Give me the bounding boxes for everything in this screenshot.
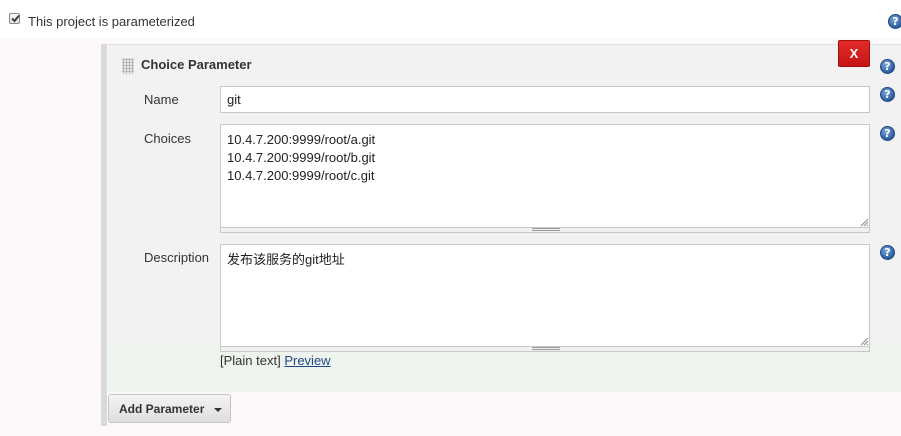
help-icon[interactable]: ? — [880, 245, 895, 260]
checkmark-icon — [11, 14, 20, 23]
parameter-title: Choice Parameter — [141, 57, 252, 72]
add-parameter-label: Add Parameter — [119, 402, 205, 416]
choices-label: Choices — [144, 131, 191, 146]
choices-textarea[interactable]: 10.4.7.200:9999/root/a.git 10.4.7.200:99… — [220, 124, 870, 228]
parameterized-checkbox[interactable] — [9, 13, 20, 24]
help-icon[interactable]: ? — [880, 59, 895, 74]
format-label: [Plain text] — [220, 353, 281, 368]
drag-handle-icon[interactable] — [122, 58, 134, 74]
name-label: Name — [144, 92, 179, 107]
delete-parameter-button[interactable]: X — [838, 40, 870, 67]
resize-handle-icon[interactable] — [532, 228, 560, 231]
parameterized-label: This project is parameterized — [28, 14, 195, 29]
description-label: Description — [144, 250, 210, 265]
preview-link[interactable]: Preview — [284, 353, 330, 368]
choices-resize-bar[interactable] — [220, 228, 870, 233]
add-parameter-button[interactable]: Add Parameter — [108, 394, 231, 423]
description-resize-bar[interactable] — [220, 347, 870, 352]
name-input[interactable] — [220, 86, 870, 113]
resize-handle-icon[interactable] — [532, 347, 560, 350]
description-format: [Plain text] Preview — [220, 353, 331, 368]
caret-down-icon — [214, 408, 222, 412]
resize-grip-icon[interactable] — [859, 336, 869, 346]
description-textarea[interactable]: 发布该服务的git地址 — [220, 244, 870, 347]
resize-grip-icon[interactable] — [859, 217, 869, 227]
help-icon[interactable]: ? — [880, 126, 895, 141]
parameter-left-border — [101, 44, 107, 426]
help-icon[interactable]: ? — [888, 14, 901, 29]
help-icon[interactable]: ? — [880, 87, 895, 102]
